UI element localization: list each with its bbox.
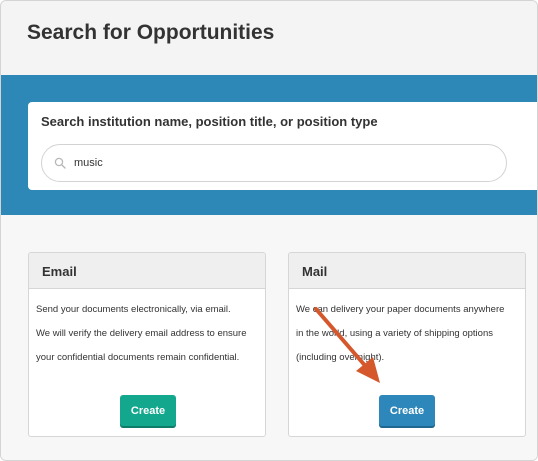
annotation-arrow-icon xyxy=(314,307,380,383)
mail-card-title: Mail xyxy=(289,253,525,289)
page-title: Search for Opportunities xyxy=(27,21,275,44)
search-box[interactable] xyxy=(41,144,507,182)
search-input[interactable] xyxy=(74,154,474,172)
search-icon xyxy=(54,156,66,174)
search-label: Search institution name, position title,… xyxy=(41,114,378,129)
search-panel: Search institution name, position title,… xyxy=(28,102,537,190)
email-create-button[interactable]: Create xyxy=(120,395,176,426)
email-card-title: Email xyxy=(29,253,265,289)
email-card-line: We will verify the delivery email addres… xyxy=(36,328,247,339)
email-card-line: your confidential documents remain confi… xyxy=(36,352,240,363)
email-card: Email Send your documents electronically… xyxy=(28,252,266,437)
page-frame: Search for Opportunities Search institut… xyxy=(0,0,538,461)
mail-create-button[interactable]: Create xyxy=(379,395,435,426)
page-header: Search for Opportunities xyxy=(1,1,537,75)
email-card-line: Send your documents electronically, via … xyxy=(36,304,231,315)
email-card-description: Send your documents electronically, via … xyxy=(29,289,265,370)
